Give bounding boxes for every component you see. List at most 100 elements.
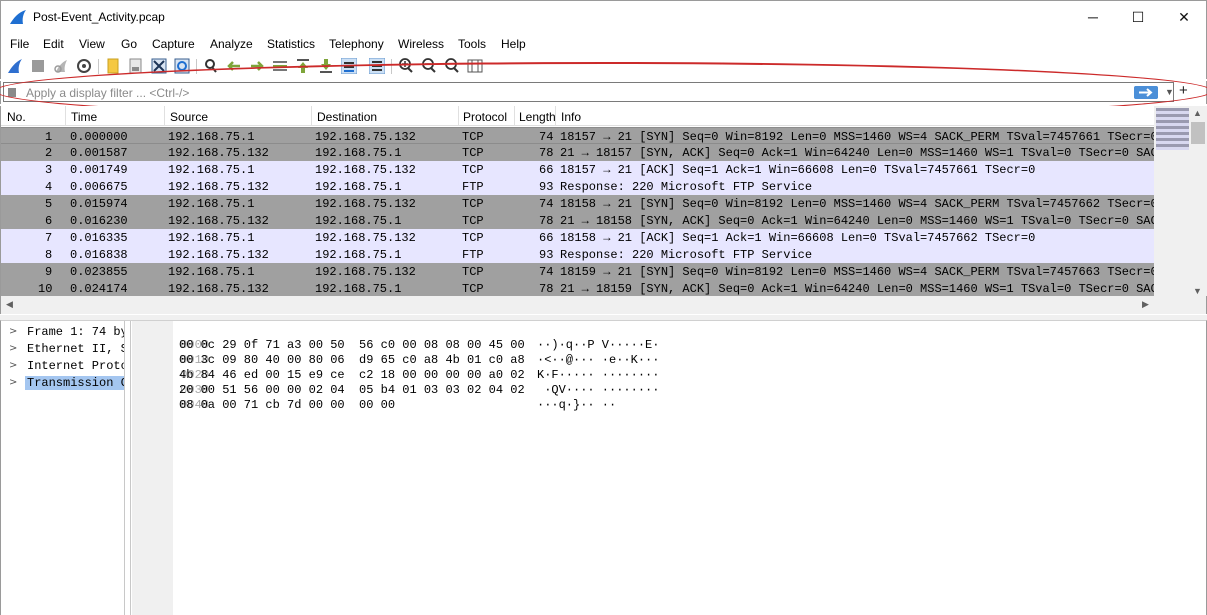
packet-protocol: FTP — [462, 180, 484, 194]
table-row[interactable]: 4 0.006675 192.168.75.132 192.168.75.1 F… — [1, 178, 1154, 195]
expand-chevron-icon[interactable]: > — [9, 360, 17, 371]
packet-protocol: FTP — [462, 248, 484, 262]
menu-statistics[interactable]: Statistics — [267, 37, 315, 51]
expand-chevron-icon[interactable]: > — [9, 326, 17, 337]
packet-source: 192.168.75.132 — [168, 282, 269, 296]
menu-file[interactable]: File — [10, 37, 29, 51]
packet-destination: 192.168.75.132 — [315, 163, 416, 177]
packet-protocol: TCP — [462, 214, 484, 228]
restart-capture-icon[interactable] — [53, 58, 69, 74]
filter-bookmark-icon[interactable] — [8, 88, 16, 97]
start-capture-icon[interactable] — [7, 58, 23, 74]
menu-tools[interactable]: Tools — [458, 37, 486, 51]
menu-help[interactable]: Help — [501, 37, 526, 51]
column-divider — [164, 106, 165, 126]
table-row[interactable]: 9 0.023855 192.168.75.1 192.168.75.132 T… — [1, 263, 1154, 280]
close-button[interactable]: ✕ — [1161, 1, 1207, 33]
hex-line: 0030 20 00 51 56 00 00 02 04 05 b4 01 03 … — [179, 383, 660, 397]
apply-filter-arrow-icon[interactable] — [1134, 86, 1158, 99]
table-row[interactable]: 1 0.000000 192.168.75.1 192.168.75.132 T… — [1, 127, 1154, 144]
packet-no: 4 — [45, 180, 53, 194]
horizontal-scrollbar[interactable]: ◀ ▶ — [0, 296, 1207, 314]
menu-go[interactable]: Go — [121, 37, 137, 51]
go-back-icon[interactable] — [226, 58, 242, 74]
packet-no: 10 — [38, 282, 53, 296]
packet-source: 192.168.75.1 — [168, 163, 255, 177]
zoom-in-icon[interactable] — [398, 58, 414, 74]
go-to-packet-icon[interactable] — [272, 58, 288, 74]
toolbar-separator — [196, 59, 197, 74]
scroll-up-icon[interactable]: ▲ — [1193, 108, 1202, 118]
packet-destination: 192.168.75.132 — [315, 231, 416, 245]
vertical-pane-splitter[interactable] — [125, 321, 131, 615]
tree-item-ip[interactable]: > Internet Proto — [5, 358, 124, 375]
close-file-icon[interactable] — [151, 58, 167, 74]
column-header-protocol[interactable]: Protocol — [463, 110, 507, 124]
packet-time: 0.001749 — [70, 163, 128, 177]
vertical-scroll-thumb[interactable] — [1191, 122, 1205, 144]
expand-chevron-icon[interactable]: > — [9, 343, 17, 354]
normal-size-icon[interactable] — [444, 58, 460, 74]
hex-line: 0040 08 0a 00 71 cb 7d 00 00 00 00 ···q·}·… — [179, 398, 617, 412]
packet-source: 192.168.75.132 — [168, 248, 269, 262]
packet-protocol: TCP — [462, 231, 484, 245]
zoom-out-icon[interactable] — [421, 58, 437, 74]
packet-destination: 192.168.75.132 — [315, 265, 416, 279]
filter-history-dropdown-icon[interactable]: ▼ — [1165, 87, 1174, 97]
menu-wireless[interactable]: Wireless — [398, 37, 444, 51]
packet-time: 0.016335 — [70, 231, 128, 245]
packet-protocol: TCP — [462, 163, 484, 177]
packet-destination: 192.168.75.1 — [315, 180, 402, 194]
column-header-destination[interactable]: Destination — [317, 110, 377, 124]
auto-scroll-icon[interactable] — [341, 58, 357, 74]
packet-length: 74 — [539, 197, 554, 211]
scroll-left-icon[interactable]: ◀ — [6, 299, 13, 310]
stop-capture-icon[interactable] — [30, 58, 46, 74]
toolbar-separator — [391, 59, 392, 74]
colorize-icon[interactable] — [369, 58, 385, 74]
reload-file-icon[interactable] — [174, 58, 190, 74]
maximize-button[interactable]: ☐ — [1115, 1, 1161, 33]
menu-analyze[interactable]: Analyze — [210, 37, 253, 51]
table-row[interactable]: 6 0.016230 192.168.75.132 192.168.75.1 T… — [1, 212, 1154, 229]
minimize-button[interactable]: ─ — [1070, 1, 1116, 33]
go-forward-icon[interactable] — [249, 58, 265, 74]
packet-no: 6 — [45, 214, 53, 228]
packet-info: Response: 220 Microsoft FTP Service — [560, 248, 813, 262]
expand-chevron-icon[interactable]: > — [9, 377, 17, 388]
open-file-icon[interactable] — [105, 58, 121, 74]
table-row[interactable]: 2 0.001587 192.168.75.132 192.168.75.1 T… — [1, 144, 1154, 161]
packet-length: 78 — [539, 282, 554, 296]
column-header-source[interactable]: Source — [170, 110, 208, 124]
column-header-length[interactable]: Length — [519, 110, 556, 124]
tree-item-frame[interactable]: > Frame 1: 74 by — [5, 324, 124, 341]
menu-capture[interactable]: Capture — [152, 37, 195, 51]
table-row[interactable]: 5 0.015974 192.168.75.1 192.168.75.132 T… — [1, 195, 1154, 212]
go-first-packet-icon[interactable] — [295, 58, 311, 74]
packet-destination: 192.168.75.1 — [315, 214, 402, 228]
table-row[interactable]: 7 0.016335 192.168.75.1 192.168.75.132 T… — [1, 229, 1154, 246]
capture-options-icon[interactable] — [76, 58, 92, 74]
table-row[interactable]: 10 0.024174 192.168.75.132 192.168.75.1 … — [1, 280, 1154, 297]
menu-telephony[interactable]: Telephony — [329, 37, 384, 51]
tree-item-ethernet[interactable]: > Ethernet II, S — [5, 341, 124, 358]
go-last-packet-icon[interactable] — [318, 58, 334, 74]
table-row[interactable]: 3 0.001749 192.168.75.1 192.168.75.132 T… — [1, 161, 1154, 178]
column-divider — [311, 106, 312, 126]
column-header-no[interactable]: No. — [7, 110, 26, 124]
display-filter-input[interactable]: Apply a display filter ... <Ctrl-/> ▼ — [3, 82, 1174, 102]
find-packet-icon[interactable] — [203, 58, 219, 74]
scroll-right-icon[interactable]: ▶ — [1142, 299, 1149, 310]
packet-destination: 192.168.75.132 — [315, 130, 416, 144]
packet-source: 192.168.75.132 — [168, 214, 269, 228]
column-header-time[interactable]: Time — [71, 110, 97, 124]
resize-columns-icon[interactable] — [467, 58, 483, 74]
scroll-down-icon[interactable]: ▼ — [1193, 286, 1202, 296]
table-row[interactable]: 8 0.016838 192.168.75.132 192.168.75.1 F… — [1, 246, 1154, 263]
column-header-info[interactable]: Info — [561, 110, 581, 124]
tree-item-tcp[interactable]: > Transmission C — [5, 375, 124, 392]
add-filter-button-icon[interactable]: + — [1179, 82, 1188, 99]
menu-view[interactable]: View — [79, 37, 105, 51]
save-file-icon[interactable] — [128, 58, 144, 74]
menu-edit[interactable]: Edit — [43, 37, 64, 51]
